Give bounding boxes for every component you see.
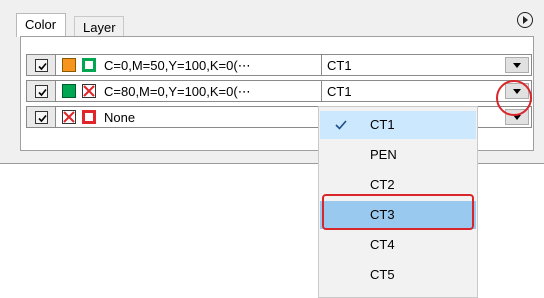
row-checkbox[interactable] [26,80,56,102]
table-row[interactable]: C=0,M=50,Y=100,K=0(⋯ CT1 [24,54,532,76]
color-name-cell[interactable]: None [56,106,322,128]
row-checkbox[interactable] [26,54,56,76]
color-name: C=0,M=50,Y=100,K=0(⋯ [104,58,251,73]
cut-type-value: CT1 [327,84,352,99]
none-fill-icon [62,110,76,124]
menu-item-highlight [322,194,474,230]
cut-type-value: CT1 [327,58,352,73]
none-stroke-icon [82,84,96,98]
chevron-down-icon[interactable] [505,57,529,73]
menu-item-label: CT5 [370,267,395,282]
tab-color-label: Color [25,17,57,32]
checkmark-icon [38,62,47,71]
tab-layer[interactable]: Layer [74,16,124,37]
checkmark-icon [38,114,47,123]
checkmark-icon [38,88,47,97]
color-name-cell[interactable]: C=0,M=50,Y=100,K=0(⋯ [56,54,322,76]
cut-type-select[interactable]: CT1 [322,54,532,76]
menu-item-label: CT1 [370,117,395,132]
green-stroke-swatch-icon [82,58,96,72]
green-fill-swatch-icon [62,84,76,98]
menu-item-pen[interactable]: PEN [320,141,476,169]
color-name: None [104,110,136,125]
menu-item-label: PEN [370,147,397,162]
color-name-cell[interactable]: C=80,M=0,Y=100,K=0(⋯ [56,80,322,102]
tab-color[interactable]: Color [16,13,66,37]
menu-item-ct5[interactable]: CT5 [320,261,476,289]
row-checkbox[interactable] [26,106,56,128]
dropdown-button-highlight [496,80,532,116]
table-row[interactable]: C=80,M=0,Y=100,K=0(⋯ CT1 [24,80,532,102]
color-name: C=80,M=0,Y=100,K=0(⋯ [104,84,251,99]
menu-item-ct1[interactable]: CT1 [320,111,476,139]
tab-layer-label: Layer [83,20,116,35]
panel-menu-button[interactable] [517,12,533,28]
menu-item-ct4[interactable]: CT4 [320,231,476,259]
checkmark-icon [335,120,347,130]
red-stroke-swatch-icon [82,110,96,124]
menu-item-label: CT4 [370,237,395,252]
play-arrow-icon [523,16,528,24]
orange-fill-swatch-icon [62,58,76,72]
